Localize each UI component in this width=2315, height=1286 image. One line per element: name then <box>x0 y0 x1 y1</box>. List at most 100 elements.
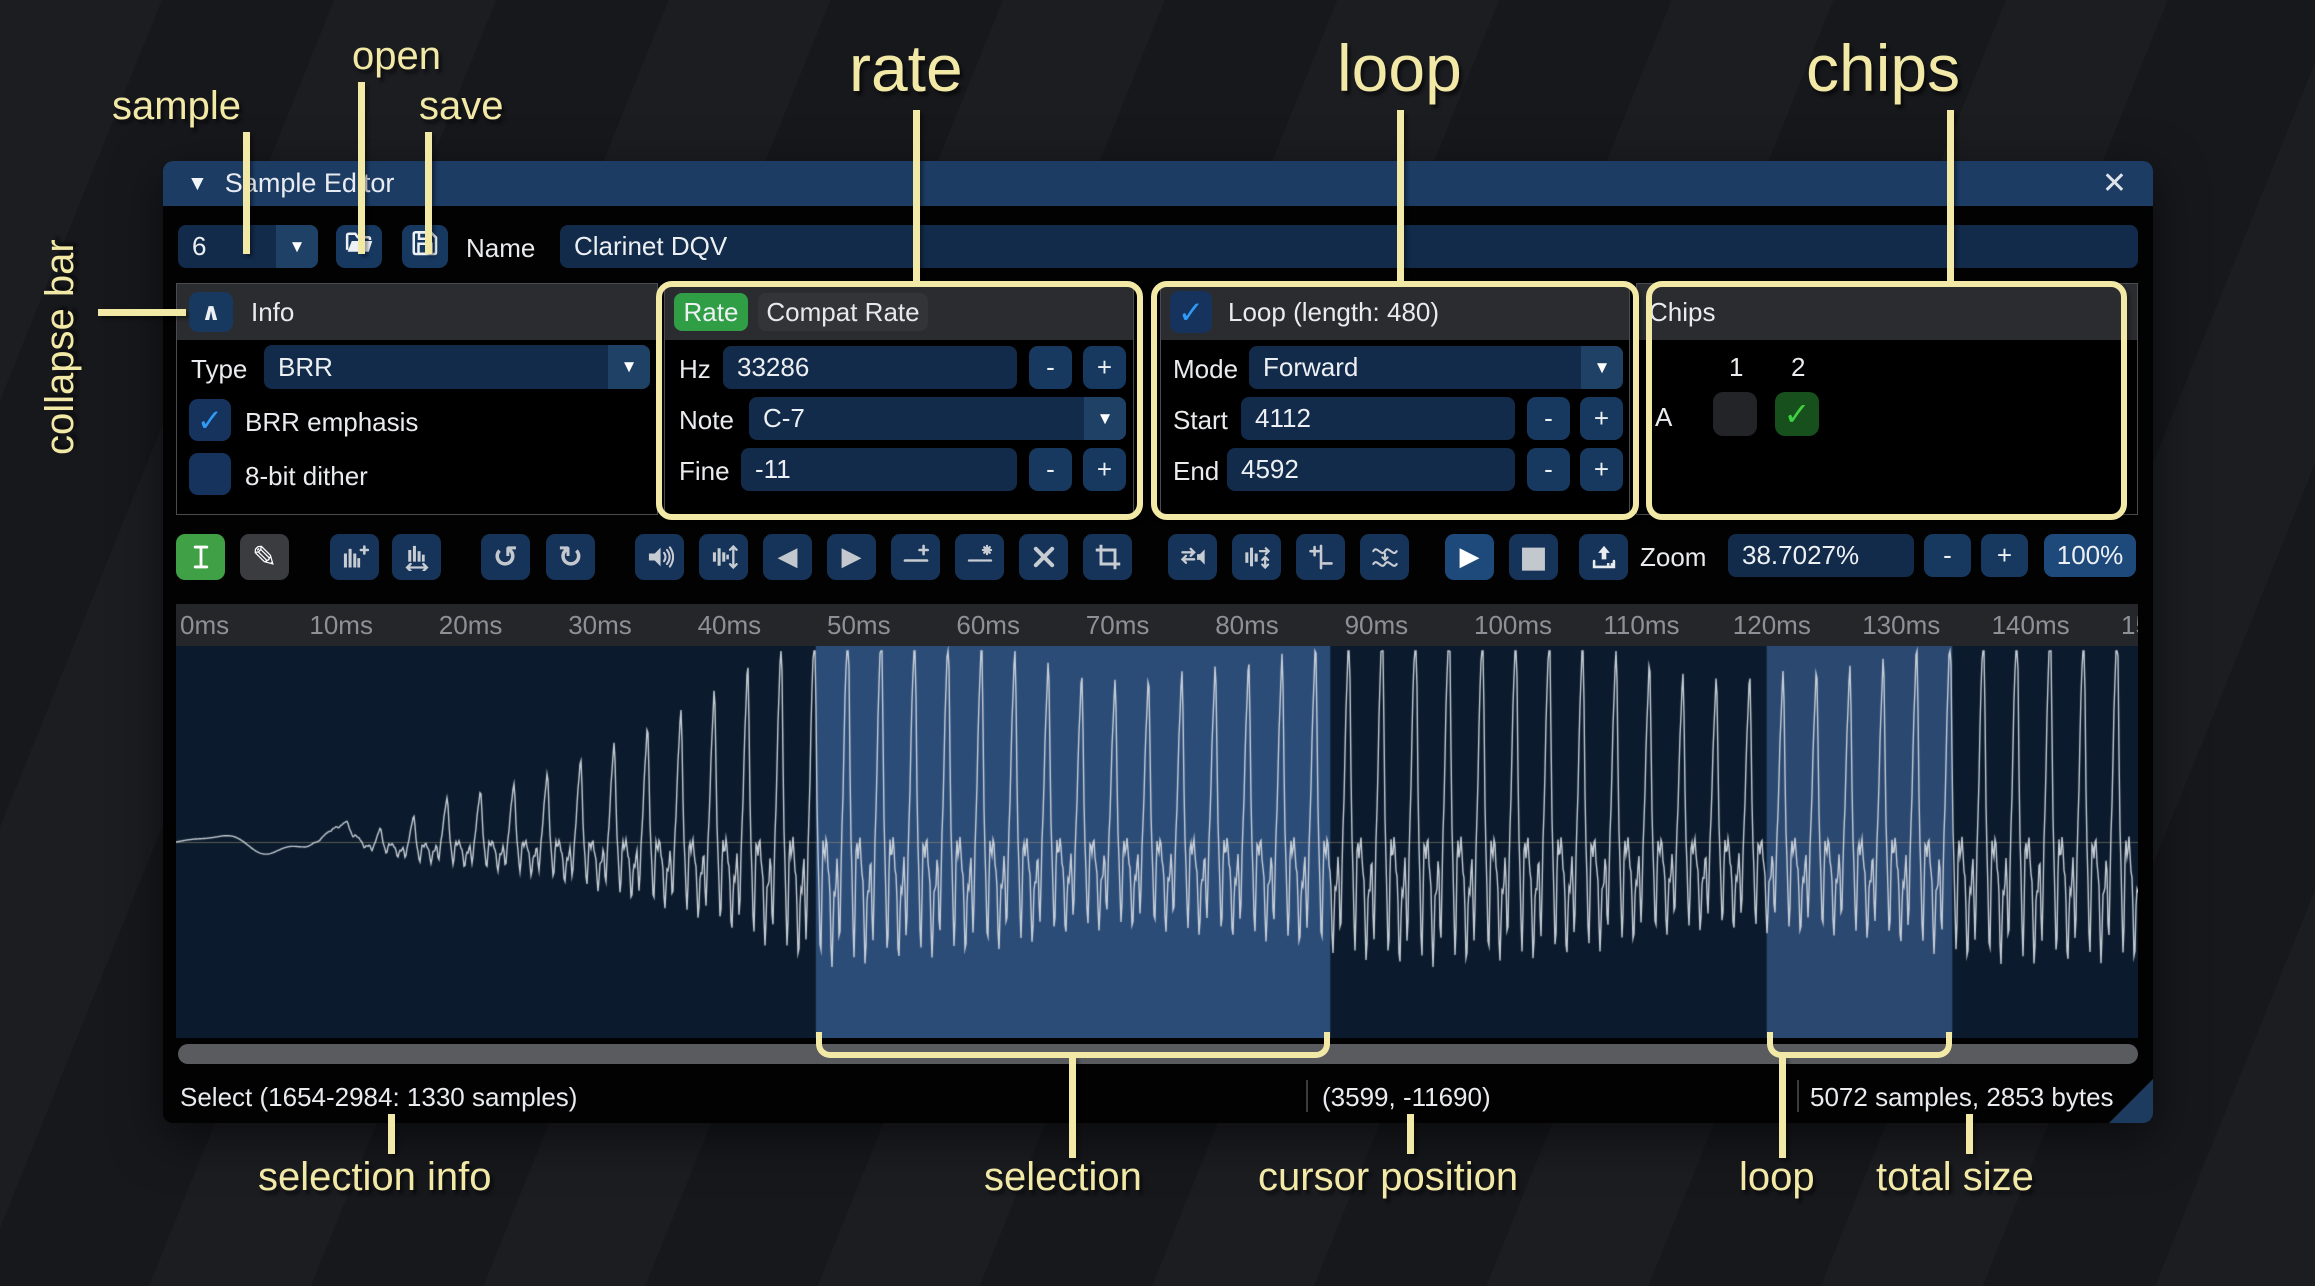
annotation-stem-selection <box>1069 1056 1076 1158</box>
annotation-collapse-bar: collapse bar <box>38 185 83 455</box>
annotation-box-rate <box>656 281 1143 520</box>
time-tick-label: 150ms <box>2121 610 2138 641</box>
time-tick-label: 100ms <box>1474 610 1552 641</box>
brr-emphasis-checkbox[interactable]: ✓ <box>189 399 231 441</box>
time-tick-label: 60ms <box>956 610 1020 641</box>
annotation-line-selection-info <box>388 1114 395 1154</box>
upload-icon <box>1590 543 1618 571</box>
waveform-view[interactable] <box>176 646 2138 1038</box>
undo-icon: ↺ <box>493 540 518 575</box>
status-separator <box>1797 1080 1799 1112</box>
time-ruler: 0ms10ms20ms30ms40ms50ms60ms70ms80ms90ms1… <box>176 604 2138 646</box>
window-title: Sample Editor <box>225 168 395 199</box>
resample-button[interactable] <box>392 534 441 580</box>
select-mode-button[interactable] <box>176 534 225 580</box>
time-tick-label: 80ms <box>1215 610 1279 641</box>
wave-stretch-icon <box>403 543 431 571</box>
reverse-button[interactable] <box>1168 534 1217 580</box>
time-tick-label: 10ms <box>309 610 373 641</box>
filter-icon <box>1371 543 1399 571</box>
annotation-line-loop <box>1397 110 1404 281</box>
annotation-stem-loop <box>1779 1056 1786 1158</box>
resize-button[interactable] <box>330 534 379 580</box>
volume-icon <box>646 543 674 571</box>
wave-plus-icon <box>341 543 369 571</box>
annotation-selection: selection <box>984 1155 1142 1200</box>
redo-button[interactable]: ↻ <box>546 534 595 580</box>
delete-icon <box>1030 543 1058 571</box>
waveform-canvas[interactable] <box>176 646 2138 1038</box>
desktop-background: ▼ Sample Editor ✕ 6 ▼ Name Clarinet DQV … <box>0 0 2315 1286</box>
annotation-line-rate <box>913 110 920 281</box>
normalize-button[interactable] <box>699 534 748 580</box>
annotation-bracket-selection <box>816 1032 1330 1058</box>
apply-silence-button[interactable] <box>955 534 1004 580</box>
time-tick-label: 20ms <box>439 610 503 641</box>
annotation-open: open <box>352 34 441 79</box>
annotation-bracket-loop <box>1767 1032 1953 1058</box>
window-resize-grip[interactable] <box>2109 1079 2153 1123</box>
time-tick-label: 50ms <box>827 610 891 641</box>
stop-icon: ■ <box>1519 540 1547 575</box>
undo-button[interactable]: ↺ <box>481 534 530 580</box>
window-collapse-icon[interactable]: ▼ <box>187 172 208 196</box>
time-tick-label: 70ms <box>1086 610 1150 641</box>
annotation-box-loop <box>1151 281 1639 520</box>
sign-icon <box>1307 543 1335 571</box>
crop-icon <box>1094 543 1122 571</box>
time-tick-label: 40ms <box>698 610 762 641</box>
zoom-in-button[interactable]: + <box>1981 534 2028 577</box>
filter-button[interactable] <box>1360 534 1409 580</box>
redo-icon: ↻ <box>558 540 583 575</box>
time-tick-label: 140ms <box>1992 610 2070 641</box>
check-icon: ✓ <box>197 405 223 436</box>
sample-name-input[interactable]: Clarinet DQV <box>560 225 2138 268</box>
zoom-out-button[interactable]: - <box>1924 534 1971 577</box>
annotation-loop-bottom: loop <box>1739 1155 1815 1200</box>
time-tick-label: 90ms <box>1345 610 1409 641</box>
annotation-line-total-size <box>1966 1114 1973 1154</box>
invert-button[interactable] <box>1232 534 1281 580</box>
fade-out-icon: ▶ <box>842 542 862 572</box>
close-icon[interactable]: ✕ <box>2102 169 2127 199</box>
info-panel-header: ∧ Info <box>177 284 657 340</box>
time-tick-label: 110ms <box>1603 610 1679 641</box>
delete-button[interactable] <box>1019 534 1068 580</box>
brr-emphasis-label: BRR emphasis <box>245 407 418 438</box>
annotation-chips: chips <box>1806 30 1960 106</box>
draw-mode-button[interactable]: ✎ <box>240 534 289 580</box>
play-button[interactable]: ▶ <box>1445 534 1494 580</box>
amplify-button[interactable] <box>635 534 684 580</box>
chevron-down-icon[interactable]: ▼ <box>276 225 318 268</box>
annotation-loop: loop <box>1337 30 1462 106</box>
zoom-input[interactable]: 38.7027% <box>1728 534 1914 577</box>
type-select[interactable]: BRR ▼ <box>264 345 650 389</box>
sign-button[interactable] <box>1296 534 1345 580</box>
line-plus-icon <box>902 543 930 571</box>
line-star-icon <box>966 543 994 571</box>
chevron-down-icon[interactable]: ▼ <box>608 345 650 389</box>
collapse-panel-button[interactable]: ∧ <box>189 292 233 332</box>
annotation-line-open <box>358 82 365 254</box>
sample-slot-value: 6 <box>178 225 276 268</box>
status-cursor-position: (3599, -11690) <box>1322 1082 1491 1113</box>
window-titlebar[interactable]: ▼ Sample Editor ✕ <box>163 161 2153 206</box>
play-icon: ▶ <box>1460 542 1480 572</box>
insert-silence-button[interactable] <box>891 534 940 580</box>
name-label: Name <box>466 233 535 264</box>
fade-in-icon: ◀ <box>778 542 798 572</box>
stop-button[interactable]: ■ <box>1509 534 1558 580</box>
annotation-total-size: total size <box>1876 1155 2034 1200</box>
fade-out-button[interactable]: ▶ <box>827 534 876 580</box>
dither-checkbox[interactable]: ✓ <box>189 453 231 495</box>
annotation-line-sample <box>243 132 250 254</box>
reverse-icon <box>1179 543 1207 571</box>
pencil-icon: ✎ <box>252 540 277 575</box>
trim-button[interactable] <box>1083 534 1132 580</box>
preview-upload-button[interactable] <box>1579 534 1628 580</box>
zoom-label: Zoom <box>1640 542 1706 573</box>
fade-in-button[interactable]: ◀ <box>763 534 812 580</box>
wave-updown-icon <box>710 543 738 571</box>
zoom-reset-button[interactable]: 100% <box>2044 534 2136 577</box>
type-label: Type <box>191 354 247 385</box>
